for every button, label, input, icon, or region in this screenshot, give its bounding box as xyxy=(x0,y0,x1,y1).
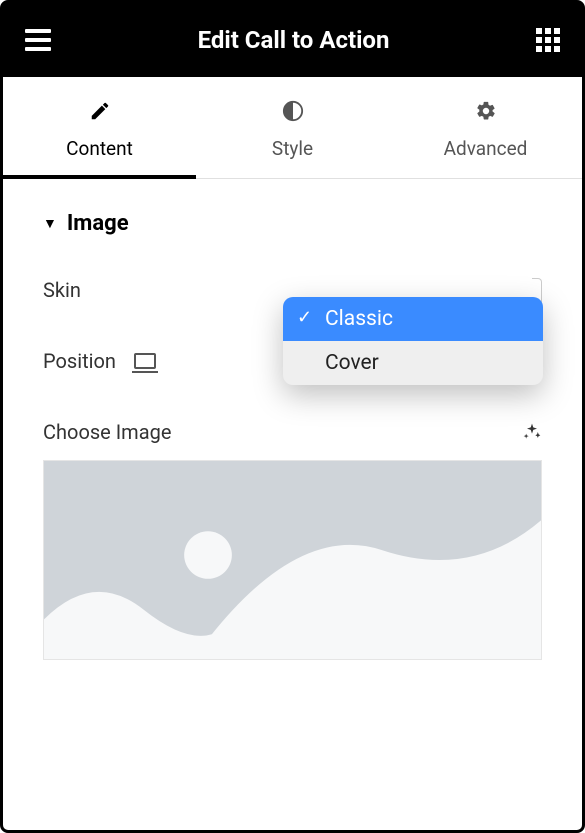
image-placeholder-icon xyxy=(44,461,541,659)
tab-content[interactable]: Content xyxy=(3,77,196,178)
tabs: Content Style Advanced xyxy=(3,77,582,179)
skin-label: Skin xyxy=(43,278,81,302)
gear-icon xyxy=(474,99,498,123)
tab-label: Style xyxy=(272,137,313,160)
tab-advanced[interactable]: Advanced xyxy=(389,77,582,178)
sparkle-icon xyxy=(522,422,542,442)
ai-sparkle-button[interactable] xyxy=(522,422,542,442)
contrast-icon xyxy=(281,99,305,123)
section-image-toggle[interactable]: ▼ Image xyxy=(43,211,542,236)
choose-image-label: Choose Image xyxy=(43,420,171,444)
position-label: Position xyxy=(43,349,116,373)
tab-style[interactable]: Style xyxy=(196,77,389,178)
skin-dropdown: Classic Cover xyxy=(283,297,543,385)
tab-label: Advanced xyxy=(444,137,528,160)
menu-button[interactable] xyxy=(25,29,51,51)
page-title: Edit Call to Action xyxy=(198,26,390,54)
pencil-icon xyxy=(88,99,112,123)
skin-option-cover[interactable]: Cover xyxy=(283,341,543,385)
caret-down-icon: ▼ xyxy=(43,215,57,232)
apps-button[interactable] xyxy=(536,28,560,52)
skin-option-classic[interactable]: Classic xyxy=(283,297,543,341)
image-placeholder[interactable] xyxy=(43,460,542,660)
desktop-icon[interactable] xyxy=(134,353,156,369)
tab-label: Content xyxy=(66,137,133,160)
section-title: Image xyxy=(67,211,129,236)
